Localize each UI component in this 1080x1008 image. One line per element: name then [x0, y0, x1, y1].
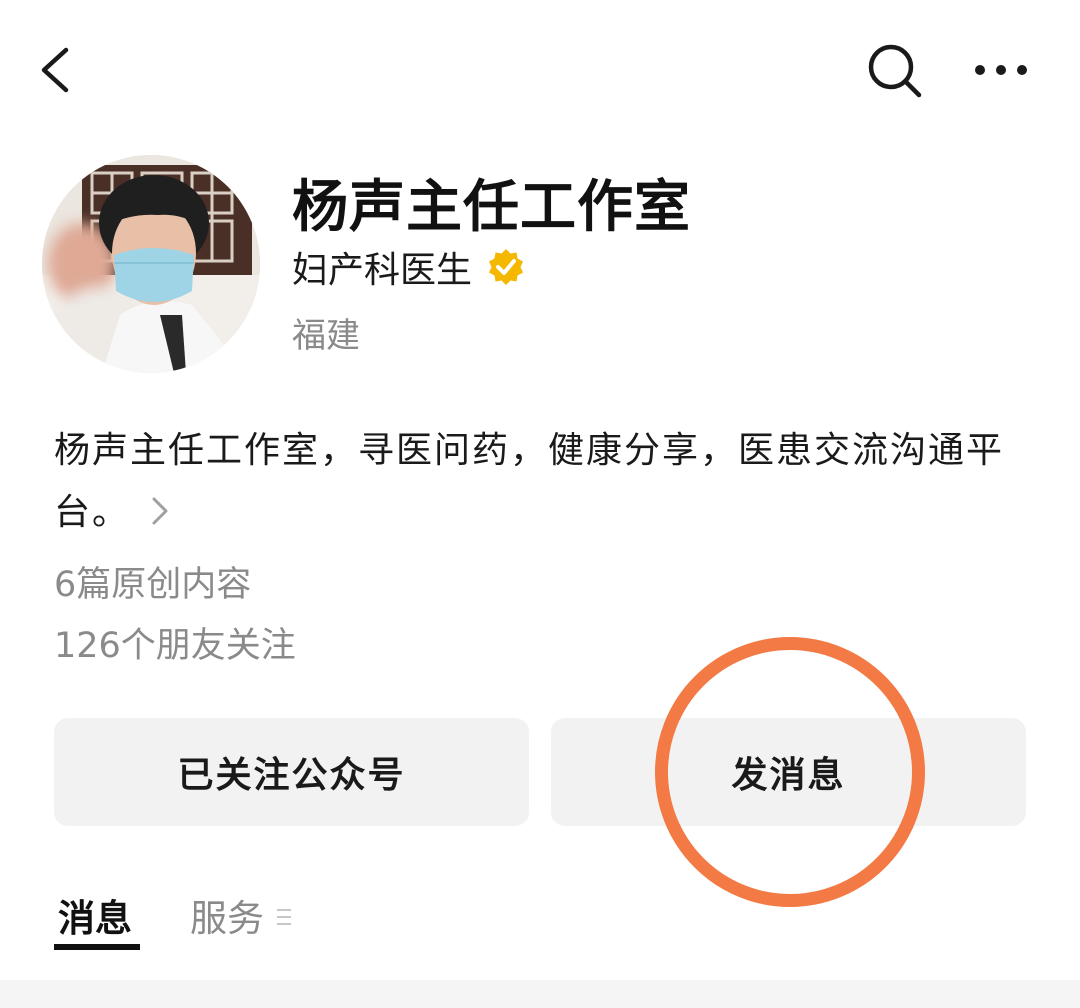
more-options-button[interactable]	[966, 40, 1036, 100]
doctor-photo	[42, 155, 260, 373]
account-region: 福建	[292, 316, 360, 356]
official-account-profile-page: 杨声主任工作室 妇产科医生 福建 杨声主任工作室，寻医问药，健康分享，医患交流沟…	[0, 0, 1080, 1008]
account-role: 妇产科医生	[292, 250, 473, 291]
search-button[interactable]	[862, 38, 928, 104]
content-area-edge	[0, 980, 1080, 1008]
chevron-left-icon	[41, 47, 69, 93]
account-description[interactable]: 杨声主任工作室，寻医问药，健康分享，医患交流沟通平台。	[54, 420, 1044, 544]
menu-lines-icon	[277, 909, 291, 925]
original-content-count[interactable]: 6篇原创内容	[54, 556, 251, 607]
send-message-button[interactable]: 发消息	[551, 718, 1026, 826]
friends-following-count[interactable]: 126个朋友关注	[54, 617, 296, 668]
avatar[interactable]	[42, 155, 260, 373]
chevron-right-icon	[152, 497, 168, 525]
tab-messages[interactable]: 消息	[58, 888, 132, 942]
tab-services[interactable]: 服务	[190, 888, 264, 942]
verified-badge-icon[interactable]	[486, 247, 526, 287]
search-icon	[868, 44, 922, 98]
more-horizontal-icon	[975, 65, 1027, 75]
role-row: 妇产科医生	[292, 242, 526, 292]
back-button[interactable]	[30, 40, 90, 100]
description-text: 杨声主任工作室，寻医问药，健康分享，医患交流沟通平台。	[54, 430, 1005, 533]
followed-account-button[interactable]: 已关注公众号	[54, 718, 529, 826]
account-name: 杨声主任工作室	[292, 175, 691, 240]
active-tab-indicator	[54, 944, 140, 950]
